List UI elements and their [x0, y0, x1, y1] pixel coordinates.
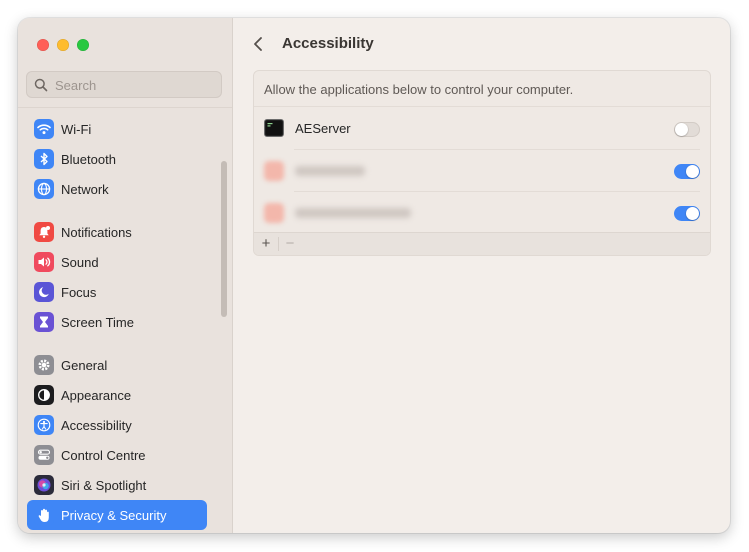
toggle-knob: [675, 123, 688, 136]
accessibility-icon: [34, 415, 54, 435]
sidebar-item-sound[interactable]: Sound: [27, 247, 207, 277]
zoom-button[interactable]: [77, 39, 89, 51]
sidebar-item-label: Focus: [61, 284, 97, 300]
sidebar-item-screen-time[interactable]: Screen Time: [27, 307, 207, 337]
app-permissions-list: Allow the applications below to control …: [253, 70, 711, 256]
redacted-app-icon: [264, 161, 284, 181]
toggle-knob: [686, 207, 699, 220]
toggle-knob: [686, 165, 699, 178]
sidebar-item-label: Screen Time: [61, 314, 134, 330]
search-input[interactable]: [53, 75, 217, 96]
sidebar-divider: [18, 107, 232, 108]
control-centre-icon: [34, 445, 54, 465]
sidebar-item-label: Notifications: [61, 224, 132, 240]
sidebar-item-bluetooth[interactable]: Bluetooth: [27, 144, 207, 174]
sidebar-item-label: Network: [61, 181, 109, 197]
terminal-app-icon: [264, 119, 284, 137]
globe-icon: [34, 179, 54, 199]
sidebar-item-appearance[interactable]: Appearance: [27, 380, 207, 410]
search-icon: [34, 78, 48, 92]
sidebar-item-privacy-security[interactable]: Privacy & Security: [27, 500, 207, 530]
sidebar-item-label: Privacy & Security: [61, 507, 167, 523]
permissions-description: Allow the applications below to control …: [264, 82, 574, 97]
sidebar-item-notifications[interactable]: Notifications: [27, 217, 207, 247]
moon-icon: [34, 282, 54, 302]
sidebar-item-general[interactable]: General: [27, 350, 207, 380]
siri-icon: [34, 475, 54, 495]
page-title: Accessibility: [282, 35, 374, 52]
back-chevron-icon[interactable]: [251, 34, 265, 54]
sidebar-item-focus[interactable]: Focus: [27, 277, 207, 307]
sidebar-item-label: Wi-Fi: [61, 121, 92, 137]
sidebar-scrollbar[interactable]: [221, 161, 227, 317]
sidebar: Wi-Fi Bluetooth Network: [18, 18, 233, 533]
app-row-aeserver: AEServer: [254, 107, 710, 149]
hand-icon: [34, 505, 54, 525]
redacted-app-1-toggle[interactable]: [674, 164, 700, 179]
aeserver-toggle[interactable]: [674, 122, 700, 137]
close-button[interactable]: [37, 39, 49, 51]
sidebar-item-label: Siri & Spotlight: [61, 477, 147, 493]
list-footer: + −: [254, 232, 710, 255]
redacted-app-name: [295, 208, 411, 218]
sidebar-item-siri-spotlight[interactable]: Siri & Spotlight: [27, 470, 207, 500]
sidebar-item-label: Sound: [61, 254, 99, 270]
redacted-app-2-toggle[interactable]: [674, 206, 700, 221]
sidebar-item-label: Control Centre: [61, 447, 146, 463]
gear-icon: [34, 355, 54, 375]
bluetooth-icon: [34, 149, 54, 169]
sidebar-item-label: Bluetooth: [61, 151, 116, 167]
search-field[interactable]: [26, 71, 222, 98]
wifi-icon: [34, 119, 54, 139]
hourglass-icon: [34, 312, 54, 332]
sidebar-item-label: General: [61, 357, 108, 373]
minimize-button[interactable]: [57, 39, 69, 51]
remove-app-button[interactable]: −: [279, 233, 301, 255]
sidebar-item-control-centre[interactable]: Control Centre: [27, 440, 207, 470]
sidebar-item-label: Appearance: [61, 387, 132, 403]
app-name: AEServer: [295, 121, 351, 136]
redacted-app-icon: [264, 203, 284, 223]
appearance-icon: [34, 385, 54, 405]
speaker-icon: [34, 252, 54, 272]
app-row-redacted-2: [254, 191, 710, 233]
sidebar-item-network[interactable]: Network: [27, 174, 207, 204]
redacted-app-name: [295, 166, 365, 176]
sidebar-item-label: Accessibility: [61, 417, 132, 433]
settings-window: Wi-Fi Bluetooth Network: [18, 18, 730, 533]
sidebar-item-wifi[interactable]: Wi-Fi: [27, 114, 207, 144]
bell-icon: [34, 222, 54, 242]
content-pane: Accessibility Allow the applications bel…: [233, 18, 730, 533]
add-app-button[interactable]: +: [255, 233, 277, 255]
sidebar-item-accessibility[interactable]: Accessibility: [27, 410, 207, 440]
app-row-redacted-1: [254, 149, 710, 191]
